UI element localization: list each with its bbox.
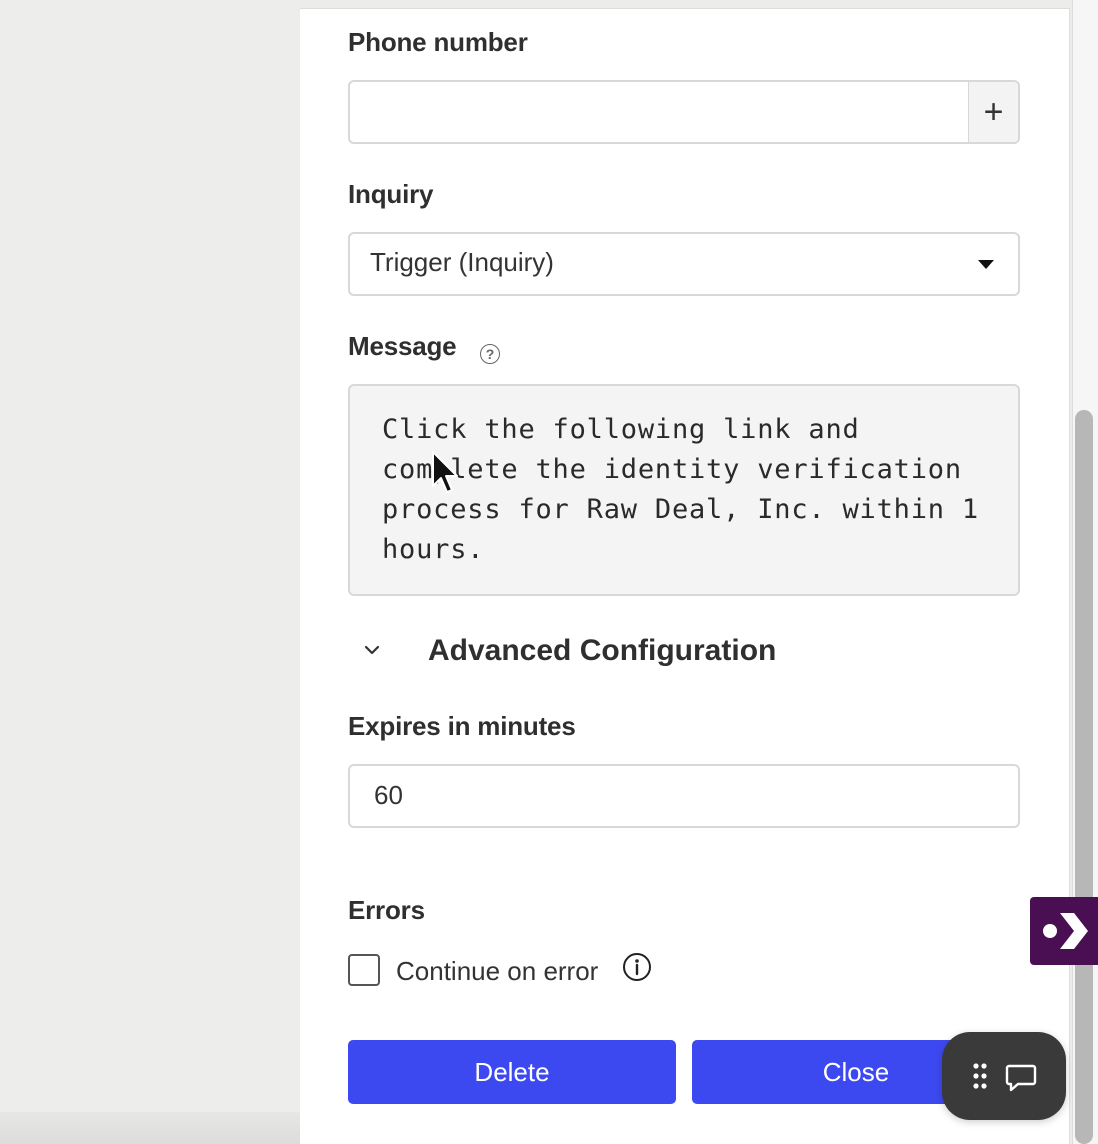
grip-dots-icon[interactable] <box>970 1060 990 1092</box>
chevron-down-icon <box>364 645 380 655</box>
left-gutter <box>0 0 300 1144</box>
phone-number-field[interactable]: + <box>348 80 1020 144</box>
caret-down-icon <box>978 260 994 269</box>
bottom-shade <box>0 1112 300 1144</box>
advanced-configuration-title: Advanced Configuration <box>428 634 777 667</box>
expires-label: Expires in minutes <box>348 711 576 741</box>
scrollbar-thumb[interactable] <box>1075 410 1093 1144</box>
inquiry-select[interactable]: Trigger (Inquiry) <box>348 232 1020 296</box>
question-circle-icon[interactable]: ? <box>480 344 500 364</box>
side-launcher-badge[interactable] <box>1030 897 1098 965</box>
continue-on-error-label[interactable]: Continue on error <box>396 956 598 987</box>
message-label: Message <box>348 331 457 361</box>
inquiry-label: Inquiry <box>348 179 434 209</box>
plus-icon[interactable]: + <box>968 82 1018 142</box>
chat-bubble-icon[interactable] <box>1004 1060 1038 1094</box>
info-circle-icon[interactable] <box>622 952 652 982</box>
delete-button[interactable]: Delete <box>348 1040 676 1104</box>
continue-on-error-checkbox[interactable] <box>348 954 380 986</box>
inquiry-selected-value: Trigger (Inquiry) <box>370 247 554 277</box>
message-textarea[interactable]: Click the following link and complete th… <box>348 384 1020 596</box>
expires-input[interactable]: 60 <box>348 764 1020 828</box>
advanced-configuration-toggle[interactable]: Advanced Configuration <box>348 628 1020 676</box>
expires-value: 60 <box>374 780 403 810</box>
chat-widget[interactable] <box>942 1032 1066 1120</box>
chevron-right-badge-icon <box>1043 913 1088 949</box>
phone-number-label: Phone number <box>348 27 528 57</box>
errors-label: Errors <box>348 895 425 925</box>
